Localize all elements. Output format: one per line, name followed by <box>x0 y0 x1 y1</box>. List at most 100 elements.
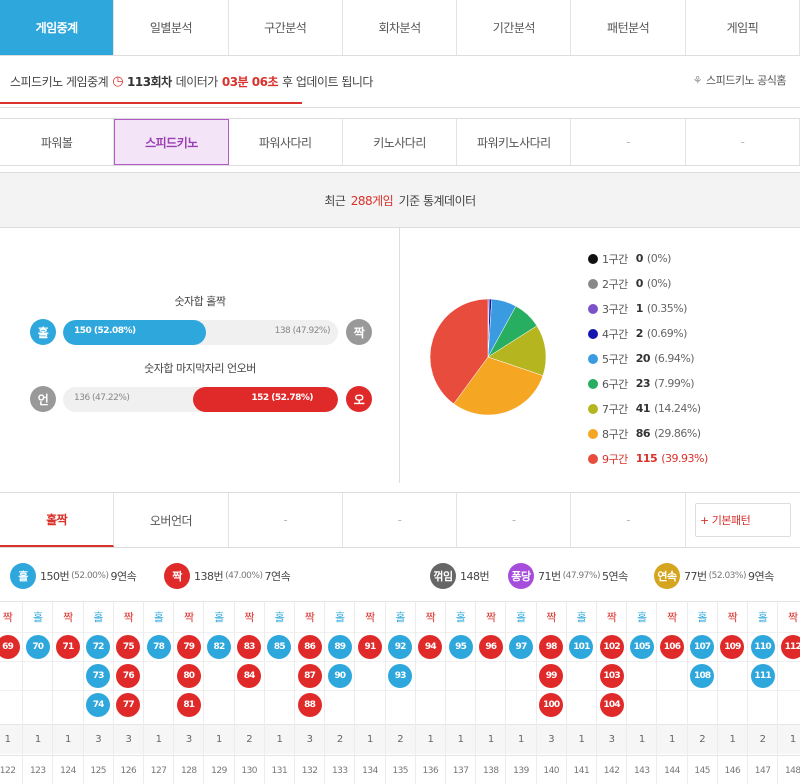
pong-summary-pct: (47.97%) <box>562 571 601 581</box>
legend-value: 86 <box>635 427 651 440</box>
notice-suffix: 후 업데이트 됩니다 <box>282 75 373 89</box>
result-ball: 103 <box>599 664 624 688</box>
streak-count: 3 <box>536 724 566 754</box>
tab-empty-2: - <box>686 119 800 165</box>
pong-summary: 퐁당 71번 (47.97%) 5연속 <box>508 563 628 589</box>
pattern-column: 홀 78 1 127 <box>144 602 175 784</box>
result-ball: 73 <box>86 664 111 688</box>
pattern-column: 짝 86 87 88 3 132 <box>295 602 326 784</box>
column-header: 홀 <box>757 611 768 624</box>
tab-speedkeno[interactable]: 스피드키노 <box>114 119 229 165</box>
round-label: 126 <box>113 755 143 784</box>
legend-label: 9구간 <box>602 452 628 466</box>
tab-powerball[interactable]: 파워볼 <box>0 119 115 165</box>
round-label: 124 <box>53 755 83 784</box>
pattern-column: 홀 92 93 2 135 <box>385 602 416 784</box>
streak-count: 3 <box>597 724 627 754</box>
legend-label: 6구간 <box>602 377 628 391</box>
tab-empty-1: - <box>571 119 686 165</box>
tab-oddeven[interactable]: 홀짝 <box>0 493 115 547</box>
column-header: 짝 <box>183 611 194 624</box>
tab-pattern[interactable]: 패턴분석 <box>571 0 686 55</box>
tab-range[interactable]: 구간분석 <box>229 0 343 55</box>
pattern-cell: 74 <box>83 690 113 719</box>
base-pattern-button[interactable]: + 기본패턴 <box>695 503 791 537</box>
tab-live[interactable]: 게임중계 <box>0 0 115 55</box>
pattern-cell: 76 <box>113 661 143 690</box>
legend-dot-icon <box>588 278 598 289</box>
pattern-column: 짝 79 80 81 3 128 <box>174 602 205 784</box>
result-ball: 80 <box>176 664 201 688</box>
streak-count: 1 <box>23 724 53 754</box>
legend-item: 1구간 0 (0%) <box>588 246 788 271</box>
pattern-cell: 77 <box>113 690 143 719</box>
pattern-cell: 84 <box>234 661 264 690</box>
underover-bar: 136 (47.22%) 152 (52.78%) <box>63 387 338 412</box>
column-header: 홀 <box>455 611 466 624</box>
pattern-column: 홀 82 1 129 <box>204 602 235 784</box>
legend-item: 3구간 1 (0.35%) <box>588 296 788 321</box>
pattern-cell: 106 <box>657 632 687 661</box>
column-header: 홀 <box>153 611 164 624</box>
pattern-cell <box>657 690 687 719</box>
countdown-timer: 03분 06초 <box>221 75 279 89</box>
pattern-column: 짝 83 84 2 130 <box>234 602 265 784</box>
pattern-cell <box>204 661 234 690</box>
pattern-column: 짝 91 1 134 <box>355 602 386 784</box>
pattern-tabs: 홀짝 오버언더 - - - - <box>0 492 800 548</box>
odd-summary-badge: 홀 <box>10 563 36 589</box>
legend-item: 9구간 115 (39.93%) <box>588 446 788 471</box>
column-header: 짝 <box>546 611 556 624</box>
tab-empty-4: - <box>343 493 458 547</box>
pattern-cell: 72 <box>83 632 113 661</box>
column-header: 짝 <box>63 611 73 624</box>
column-header: 짝 <box>727 611 738 624</box>
pattern-cell: 104 <box>597 690 627 719</box>
streak-count: 2 <box>748 724 778 754</box>
pattern-cell: 88 <box>295 690 325 719</box>
result-ball: 92 <box>388 635 413 659</box>
tab-overunder[interactable]: 오버언더 <box>114 493 229 547</box>
underover-title: 숫자합 마지막자리 언오버 <box>144 362 256 375</box>
column-header: 짝 <box>606 611 617 624</box>
tab-round[interactable]: 회차분석 <box>343 0 458 55</box>
tab-period[interactable]: 기간분석 <box>457 0 572 55</box>
round-label: 144 <box>657 755 687 784</box>
official-home-link[interactable]: ⚘ 스피드키노 공식홈 <box>693 72 787 88</box>
tab-daily[interactable]: 일별분석 <box>114 0 229 55</box>
result-ball: 79 <box>176 635 201 659</box>
legend-item: 6구간 23 (7.99%) <box>588 371 788 396</box>
tab-power-ladder[interactable]: 파워사다리 <box>229 119 343 165</box>
break-summary-count: 148번 <box>460 570 490 583</box>
pattern-cell <box>264 690 294 719</box>
pattern-cell: 73 <box>83 661 113 690</box>
streak-count: 1 <box>53 724 83 754</box>
pattern-cell: 75 <box>113 632 143 661</box>
round-label: 146 <box>717 755 747 784</box>
cont-summary-streak: 9연속 <box>747 570 774 583</box>
pattern-cell: 79 <box>174 632 204 661</box>
pattern-column: 짝 69 1 122 <box>0 602 24 784</box>
pattern-column: 짝 112 1 148 <box>778 602 800 784</box>
column-header: 홀 <box>636 611 647 624</box>
legend-pct: (14.24%) <box>654 402 701 415</box>
official-home-label: 스피드키노 공식홈 <box>706 74 786 87</box>
tab-empty-5: - <box>457 493 572 547</box>
pattern-cell <box>415 690 445 719</box>
pattern-column: 홀 70 1 123 <box>23 602 54 784</box>
legend-pct: (29.86%) <box>654 427 701 440</box>
streak-count: 1 <box>0 724 23 754</box>
round-label: 133 <box>325 755 355 784</box>
tab-pick[interactable]: 게임픽 <box>686 0 800 55</box>
pattern-cell <box>687 690 717 719</box>
range-pie-chart <box>429 298 547 416</box>
tab-keno-ladder[interactable]: 키노사다리 <box>343 119 458 165</box>
odd-badge: 홀 <box>30 319 56 345</box>
pattern-cell <box>657 661 687 690</box>
main-nav-tabs: 게임중계 일별분석 구간분석 회차분석 기간분석 패턴분석 게임픽 <box>0 0 800 56</box>
pattern-column: 홀 107 108 2 145 <box>687 602 718 784</box>
result-ball: 100 <box>539 693 564 717</box>
tab-powerkeno-ladder[interactable]: 파워키노사다리 <box>457 119 572 165</box>
pattern-cell <box>23 690 53 719</box>
legend-dot-icon <box>588 253 598 264</box>
